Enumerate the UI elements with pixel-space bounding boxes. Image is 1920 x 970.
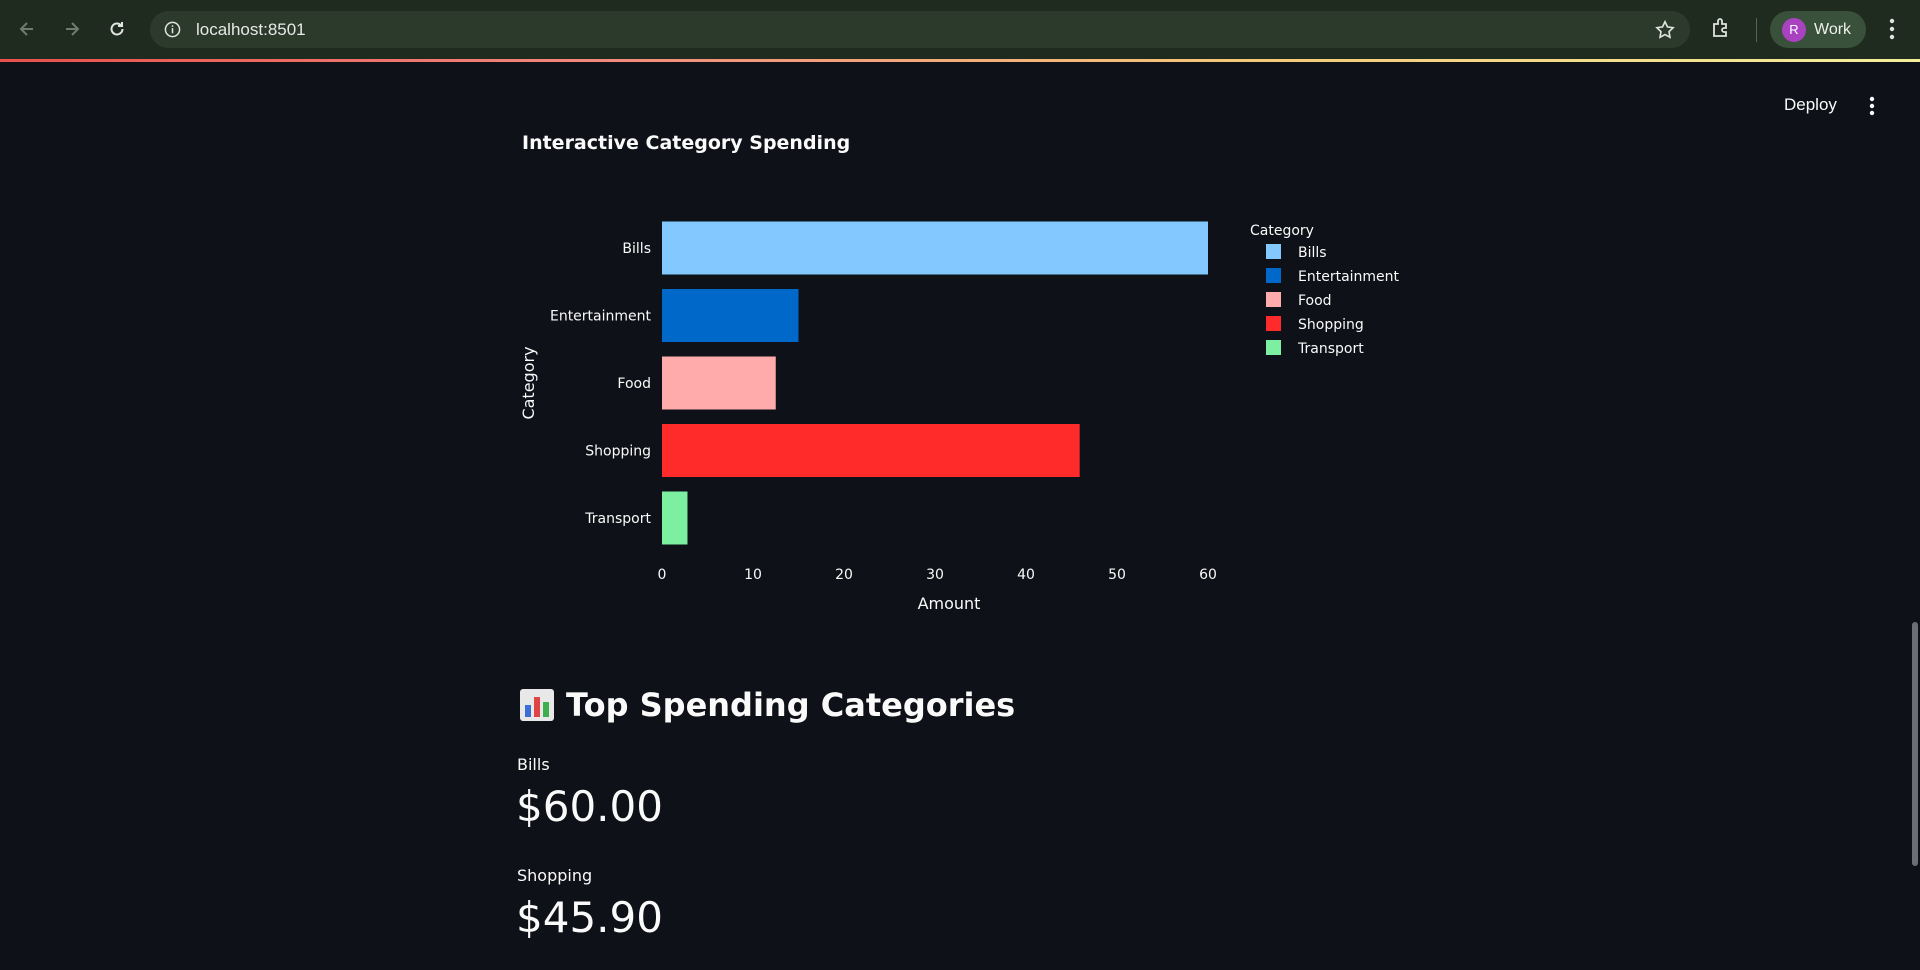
legend-swatch[interactable] <box>1266 244 1281 259</box>
x-tick-label: 40 <box>1017 567 1035 583</box>
legend-swatch[interactable] <box>1266 292 1281 307</box>
section-heading-text: Top Spending Categories <box>566 686 1016 724</box>
x-axis-title: Amount <box>918 594 981 613</box>
legend-item-label[interactable]: Shopping <box>1298 317 1364 333</box>
y-tick-label: Food <box>617 376 651 392</box>
legend-swatch[interactable] <box>1266 268 1281 283</box>
legend-item-label[interactable]: Bills <box>1298 245 1327 261</box>
x-tick-label: 10 <box>744 567 762 583</box>
legend-swatch[interactable] <box>1266 316 1281 331</box>
legend-title: Category <box>1250 223 1314 239</box>
legend-swatch[interactable] <box>1266 340 1281 355</box>
x-tick-label: 30 <box>926 567 944 583</box>
bar-bills[interactable] <box>662 221 1208 275</box>
x-tick-label: 60 <box>1199 567 1217 583</box>
metric-label: Bills <box>517 755 550 774</box>
spending-bar-chart[interactable]: BillsEntertainmentFoodShoppingTransport … <box>0 0 1920 970</box>
metric-value: $60.00 <box>516 782 663 831</box>
x-tick-label: 50 <box>1108 567 1126 583</box>
section-heading: Top Spending Categories <box>520 686 1015 724</box>
legend-item-label[interactable]: Food <box>1298 293 1332 309</box>
metric-label: Shopping <box>517 866 593 885</box>
bar-food[interactable] <box>662 356 776 410</box>
metric-value: $45.90 <box>516 893 663 942</box>
legend-item-label[interactable]: Transport <box>1297 341 1364 357</box>
y-axis-title: Category <box>519 346 538 419</box>
bar-shopping[interactable] <box>662 424 1080 477</box>
y-tick-label: Entertainment <box>550 309 652 325</box>
y-tick-label: Shopping <box>585 444 651 460</box>
bar-entertainment[interactable] <box>662 289 799 342</box>
bar-chart-emoji-icon <box>520 689 554 721</box>
y-tick-label: Bills <box>622 241 651 257</box>
x-tick-label: 0 <box>658 567 667 583</box>
legend-item-label[interactable]: Entertainment <box>1298 269 1400 285</box>
x-tick-label: 20 <box>835 567 853 583</box>
scrollbar-thumb[interactable] <box>1912 622 1918 866</box>
bar-transport[interactable] <box>662 491 688 545</box>
y-tick-label: Transport <box>584 511 651 527</box>
